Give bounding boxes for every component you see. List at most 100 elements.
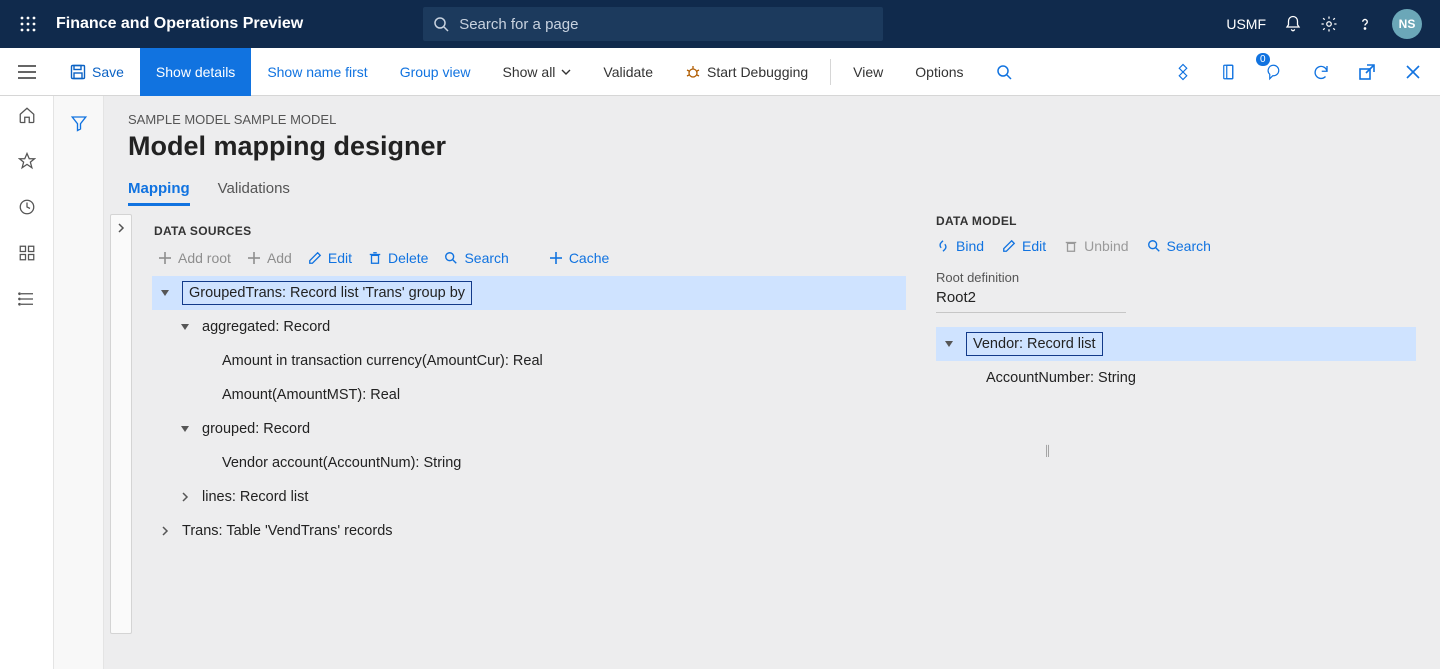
show-name-first-label: Show name first — [267, 64, 367, 80]
caret-right-icon[interactable] — [180, 492, 194, 502]
edit-label: Edit — [328, 250, 352, 266]
caret-right-icon[interactable] — [160, 526, 174, 536]
breadcrumb: SAMPLE MODEL SAMPLE MODEL — [104, 96, 1440, 127]
app-title: Finance and Operations Preview — [56, 15, 303, 33]
search-placeholder: Search for a page — [459, 16, 578, 33]
data-model-header: DATA MODEL — [936, 214, 1416, 228]
home-icon[interactable] — [18, 106, 36, 124]
search-icon — [433, 16, 449, 32]
validate-label: Validate — [603, 64, 653, 80]
root-definition-label: Root definition — [936, 270, 1416, 285]
tree-node-label: grouped: Record — [202, 421, 310, 437]
global-search-input[interactable]: Search for a page — [423, 7, 883, 41]
caret-down-icon[interactable] — [944, 339, 958, 349]
refresh-icon[interactable] — [1306, 57, 1336, 87]
group-view-button[interactable]: Group view — [384, 48, 487, 96]
options-label: Options — [915, 64, 963, 80]
save-label: Save — [92, 64, 124, 80]
data-sources-toolbar: Add root Add Edit Delete — [152, 244, 906, 276]
separator — [830, 59, 831, 85]
recent-icon[interactable] — [18, 198, 36, 216]
tab-validations-label: Validations — [218, 180, 290, 197]
tab-mapping-label: Mapping — [128, 180, 190, 197]
modules-icon[interactable] — [18, 290, 36, 308]
plugin-icon[interactable] — [1168, 57, 1198, 87]
help-icon[interactable] — [1356, 15, 1374, 33]
show-name-first-button[interactable]: Show name first — [251, 48, 383, 96]
options-menu[interactable]: Options — [899, 48, 979, 96]
tree-node-label: lines: Record list — [202, 489, 308, 505]
show-details-button[interactable]: Show details — [140, 48, 251, 96]
app-launcher-icon[interactable] — [8, 16, 48, 32]
caret-down-icon[interactable] — [180, 322, 194, 332]
data-model-toolbar: Bind Edit Unbind Search — [936, 238, 1416, 254]
tree-node-label: Vendor: Record list — [966, 332, 1103, 356]
avatar-initials: NS — [1399, 17, 1416, 31]
tree-node-grouped[interactable]: grouped: Record — [152, 412, 906, 446]
nav-toggle-icon[interactable] — [0, 65, 54, 79]
tree-node-label: aggregated: Record — [202, 319, 330, 335]
show-details-label: Show details — [156, 64, 235, 80]
show-all-dropdown[interactable]: Show all — [487, 48, 588, 96]
group-view-label: Group view — [400, 64, 471, 80]
bind-button[interactable]: Bind — [936, 238, 984, 254]
splitter-handle[interactable]: ║ — [1044, 446, 1049, 457]
start-debugging-label: Start Debugging — [707, 64, 808, 80]
delete-label: Delete — [388, 250, 428, 266]
save-button[interactable]: Save — [54, 48, 140, 96]
view-menu[interactable]: View — [837, 48, 899, 96]
tab-mapping[interactable]: Mapping — [128, 174, 190, 206]
action-bar: Save Show details Show name first Group … — [0, 48, 1440, 96]
tree-node-amount-cur[interactable]: Amount in transaction currency(AmountCur… — [152, 344, 906, 378]
tree-node-amount-mst[interactable]: Amount(AmountMST): Real — [152, 378, 906, 412]
cache-label: Cache — [569, 250, 609, 266]
tree-node-vendor-account[interactable]: Vendor account(AccountNum): String — [152, 446, 906, 480]
tab-strip: Mapping Validations — [104, 174, 1440, 206]
start-debugging-button[interactable]: Start Debugging — [669, 48, 824, 96]
add-root-label: Add root — [178, 250, 231, 266]
caret-down-icon[interactable] — [160, 288, 174, 298]
ds-search-button[interactable]: Search — [444, 250, 508, 266]
navigation-rail — [0, 96, 54, 669]
data-model-tree: Vendor: Record list AccountNumber: Strin… — [936, 327, 1416, 395]
dm-tree-node-account-number[interactable]: AccountNumber: String — [936, 361, 1416, 395]
unbind-button[interactable]: Unbind — [1064, 238, 1128, 254]
data-model-panel: DATA MODEL Bind Edit Unbind — [936, 214, 1416, 669]
validate-button[interactable]: Validate — [587, 48, 669, 96]
dm-edit-label: Edit — [1022, 238, 1046, 254]
action-search-icon[interactable] — [980, 48, 1028, 96]
bell-icon[interactable] — [1284, 15, 1302, 33]
dm-tree-node-vendor[interactable]: Vendor: Record list — [936, 327, 1416, 361]
company-code[interactable]: USMF — [1226, 16, 1266, 32]
filter-icon[interactable] — [70, 114, 88, 132]
dm-search-button[interactable]: Search — [1147, 238, 1211, 254]
delete-button[interactable]: Delete — [368, 250, 428, 266]
add-button[interactable]: Add — [247, 250, 292, 266]
data-sources-panel: DATA SOURCES Add root Add Edit — [152, 214, 916, 669]
messages-icon[interactable] — [1260, 57, 1290, 87]
user-avatar[interactable]: NS — [1392, 9, 1422, 39]
datasource-type-expander[interactable] — [110, 214, 132, 634]
tree-node-trans[interactable]: Trans: Table 'VendTrans' records — [152, 514, 906, 548]
add-root-button[interactable]: Add root — [158, 250, 231, 266]
page-title: Model mapping designer — [104, 127, 1440, 174]
workspaces-icon[interactable] — [18, 244, 36, 262]
close-icon[interactable] — [1398, 57, 1428, 87]
filter-column — [54, 96, 104, 669]
tree-node-lines[interactable]: lines: Record list — [152, 480, 906, 514]
popout-icon[interactable] — [1352, 57, 1382, 87]
edit-button[interactable]: Edit — [308, 250, 352, 266]
tab-validations[interactable]: Validations — [218, 174, 290, 206]
cache-button[interactable]: Cache — [549, 250, 609, 266]
root-definition-value[interactable]: Root2 — [936, 289, 1126, 313]
dm-edit-button[interactable]: Edit — [1002, 238, 1046, 254]
tree-node-aggregated[interactable]: aggregated: Record — [152, 310, 906, 344]
tree-node-grouped-trans[interactable]: GroupedTrans: Record list 'Trans' group … — [152, 276, 906, 310]
attachments-icon[interactable] — [1214, 57, 1244, 87]
gear-icon[interactable] — [1320, 15, 1338, 33]
caret-down-icon[interactable] — [180, 424, 194, 434]
ds-search-label: Search — [464, 250, 508, 266]
favorites-icon[interactable] — [18, 152, 36, 170]
global-header: Finance and Operations Preview Search fo… — [0, 0, 1440, 48]
data-sources-tree: GroupedTrans: Record list 'Trans' group … — [152, 276, 906, 548]
